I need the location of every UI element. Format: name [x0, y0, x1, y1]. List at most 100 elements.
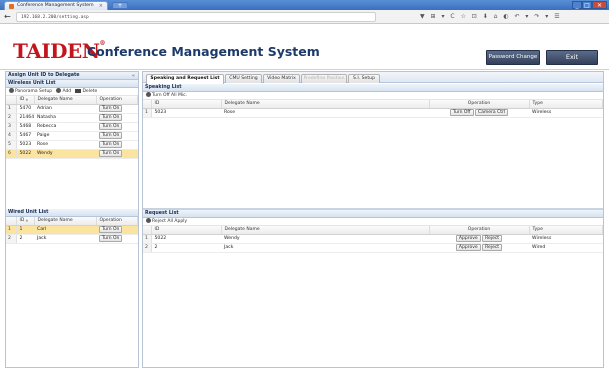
table-row[interactable]: 1 1 Carl Turn On [6, 225, 138, 235]
table-row[interactable]: 5 5023 Rose Turn On [6, 140, 138, 150]
operation-column-header: Operation [429, 226, 530, 235]
id-column-header[interactable]: ID [151, 226, 222, 235]
exit-button[interactable]: Exit [546, 50, 598, 65]
row-number: 2 [6, 234, 17, 244]
turn-on-button[interactable]: Turn On [99, 150, 123, 157]
turn-on-button[interactable]: Turn On [99, 141, 123, 148]
minimize-button[interactable]: _ [572, 1, 582, 9]
row-number-header [6, 96, 17, 105]
panorama-setup-button[interactable]: Panorama Setup [9, 88, 52, 94]
tab-close-icon[interactable]: × [99, 3, 103, 9]
back-arrow-icon[interactable]: ← [4, 12, 11, 21]
tab-title: Conference Management System [17, 3, 94, 8]
reject-all-icon [146, 218, 151, 223]
sort-asc-icon: ▲ [25, 97, 29, 102]
unit-id: 5467 [16, 131, 34, 141]
new-tab-button[interactable]: + [112, 2, 128, 9]
mic-off-icon [146, 92, 151, 97]
operation-column-header: Operation [429, 100, 530, 109]
unit-id: 5470 [16, 104, 34, 114]
sort-asc-icon: ▲ [25, 218, 29, 223]
id-column-header[interactable]: ID [151, 100, 222, 109]
delegate-name: Jack [34, 234, 96, 244]
turn-off-button[interactable]: Turn Off [449, 109, 474, 116]
delegate-name-column-header[interactable]: Delegate Name [34, 217, 97, 226]
row-number: 2 [6, 113, 17, 123]
add-icon [56, 88, 62, 93]
unit-id: 5022 [16, 149, 34, 159]
table-row[interactable]: 6 5022 Wendy Turn On [6, 149, 138, 159]
row-number: 1 [6, 225, 17, 235]
camera-ctrl-button[interactable]: Camera Ctrl [474, 109, 509, 116]
turn-on-button[interactable]: Turn On [99, 132, 123, 139]
request-list-section: Request List Reject All Apply ID Delegat… [143, 210, 603, 367]
page-title: Conference Management System [87, 44, 320, 59]
turn-on-button[interactable]: Turn On [99, 105, 123, 112]
add-button[interactable]: Add [56, 88, 71, 94]
table-row[interactable]: 2 2 Jack Turn On [6, 234, 138, 244]
row-number: 3 [6, 122, 17, 132]
table-row[interactable]: 1 5470 Adrian Turn On [6, 104, 138, 114]
table-row[interactable]: 1 5023 Rose Turn Off Camera Ctrl Wireless [143, 108, 603, 118]
close-window-button[interactable]: ✕ [592, 1, 607, 9]
row-number: 1 [143, 108, 152, 118]
delete-button[interactable]: Delete [75, 89, 97, 94]
row-number: 1 [6, 104, 17, 114]
delegate-name-column-header[interactable]: Delegate Name [34, 96, 97, 105]
approve-button[interactable]: Approve [455, 235, 481, 242]
tab-video-matrix[interactable]: Video Matrix [263, 74, 300, 83]
delegate-name: Jack [221, 243, 429, 253]
id-column-header[interactable]: ID ▲ [16, 96, 35, 105]
tab-cmu-setting[interactable]: CMU Setting [225, 74, 262, 83]
header-divider [0, 69, 609, 70]
unit-id: 5022 [151, 234, 221, 244]
unit-type: Wireless [529, 234, 603, 244]
turn-on-button[interactable]: Turn On [99, 114, 123, 121]
password-change-button[interactable]: Password Change [486, 50, 540, 65]
table-row[interactable]: 1 5022 Wendy Approve Reject Wireless [143, 234, 603, 244]
wired-unit-section: Wired Unit List ID ▲ Delegate Name Opera… [6, 209, 138, 244]
type-column-header[interactable]: Type [529, 100, 603, 109]
address-bar[interactable]: 192.168.2.200/setting.asp [16, 12, 376, 22]
tab-speaking-request-list[interactable]: Speaking and Request List [146, 74, 224, 84]
speaking-list-table: ID Delegate Name Operation Type 1 5023 Ros… [143, 100, 603, 118]
delegate-name-column-header[interactable]: Delegate Name [221, 100, 430, 109]
turn-off-all-mic-button[interactable]: Turn Off All Mic. [143, 92, 603, 100]
speaking-list-section: Speaking List Turn Off All Mic. ID Deleg… [143, 84, 603, 208]
unit-type: Wired [529, 243, 603, 253]
type-column-header[interactable]: Type [529, 226, 603, 235]
request-list-table: ID Delegate Name Operation Type 1 5022 Wen… [143, 226, 603, 253]
reject-all-apply-button[interactable]: Reject All Apply [143, 218, 603, 226]
tab-si-setup[interactable]: S.I. Setup [348, 74, 380, 83]
row-number: 6 [6, 149, 17, 159]
row-number-header [143, 100, 152, 109]
table-row[interactable]: 3 5468 Rebecca Turn On [6, 122, 138, 132]
delegate-name: Rose [221, 108, 429, 118]
turn-on-button[interactable]: Turn On [99, 235, 123, 242]
delegate-name: Natasha [34, 113, 96, 123]
reject-button[interactable]: Reject [482, 244, 503, 251]
id-column-header[interactable]: ID ▲ [16, 217, 35, 226]
collapse-icon[interactable]: « [132, 72, 135, 80]
delegate-name-column-header[interactable]: Delegate Name [221, 226, 430, 235]
browser-toolbar-icons[interactable]: ▼ ⊞ ▾ C ☆ ⊡ ⬇ ⌂ ◐ ↶ ▾ ↷ ▾ ☰ [420, 13, 562, 20]
approve-button[interactable]: Approve [455, 244, 481, 251]
table-row[interactable]: 4 5467 Paige Turn On [6, 131, 138, 141]
delegate-name: Paige [34, 131, 96, 141]
browser-tab[interactable]: Conference Management System × [4, 1, 108, 10]
gear-icon [9, 88, 14, 93]
delegate-name: Wendy [221, 234, 429, 244]
maximize-button[interactable]: □ [582, 1, 592, 9]
operation-column-header: Operation [96, 96, 138, 105]
table-row[interactable]: 2 2 Jack Approve Reject Wired [143, 243, 603, 253]
reject-button[interactable]: Reject [482, 235, 503, 242]
row-number-header [143, 226, 152, 235]
wireless-unit-table: ID ▲ Delegate Name Operation 1 5470 Adrian… [6, 96, 138, 159]
unit-id: 2 [16, 234, 34, 244]
main-panel: Speaking and Request List CMU Setting Vi… [142, 71, 604, 368]
wireless-unit-list-title: Wireless Unit List [6, 80, 138, 88]
turn-on-button[interactable]: Turn On [99, 123, 123, 130]
turn-on-button[interactable]: Turn On [99, 226, 123, 233]
url-text: 192.168.2.200/setting.asp [21, 15, 89, 20]
table-row[interactable]: 2 21464 Natasha Turn On [6, 113, 138, 123]
